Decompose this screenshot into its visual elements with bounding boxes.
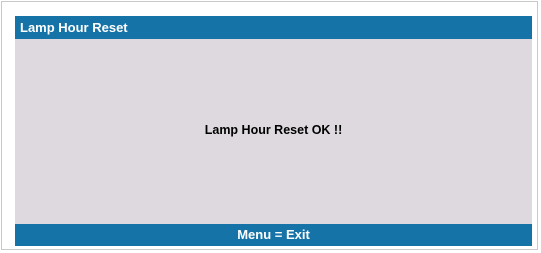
window-frame: Lamp Hour Reset Lamp Hour Reset OK !! Me… [1,1,538,250]
footer-hint: Menu = Exit [15,224,532,246]
dialog-title: Lamp Hour Reset [15,16,532,39]
osd-dialog: Lamp Hour Reset Lamp Hour Reset OK !! Me… [15,16,532,246]
status-message: Lamp Hour Reset OK !! [204,123,343,137]
